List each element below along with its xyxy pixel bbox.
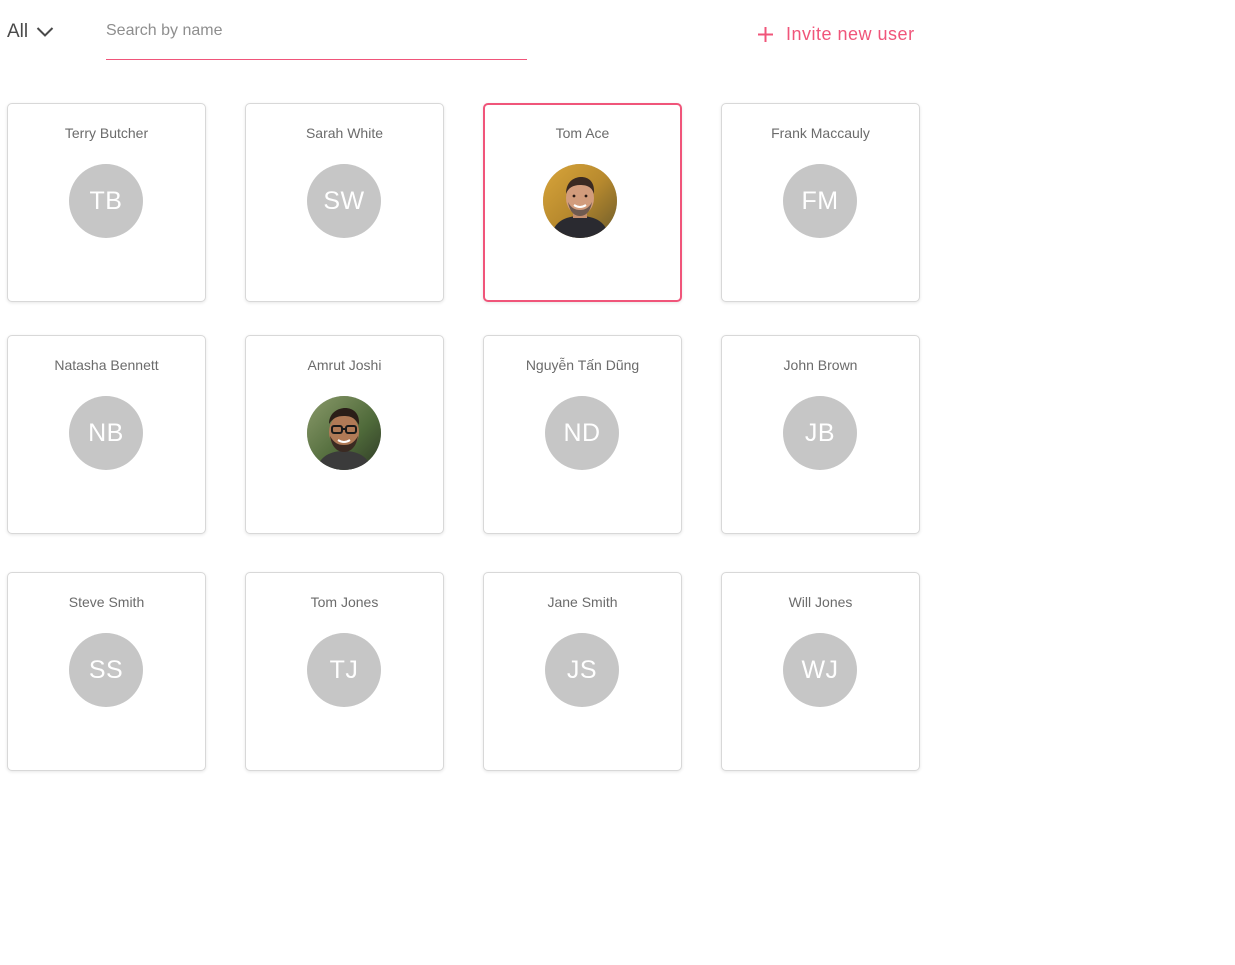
avatar: SS bbox=[69, 633, 143, 707]
user-name: Tom Jones bbox=[310, 594, 379, 610]
person-photo-icon bbox=[543, 164, 617, 238]
user-name: Tom Ace bbox=[555, 125, 610, 141]
user-card[interactable]: Steve Smith SS bbox=[7, 572, 206, 771]
avatar: WJ bbox=[783, 633, 857, 707]
user-card[interactable]: Jane Smith JS bbox=[483, 572, 682, 771]
avatar: JS bbox=[545, 633, 619, 707]
user-name: Natasha Bennett bbox=[54, 357, 159, 373]
avatar: SW bbox=[307, 164, 381, 238]
user-name: Sarah White bbox=[305, 125, 384, 141]
avatar: ND bbox=[545, 396, 619, 470]
user-card[interactable]: Terry Butcher TB bbox=[7, 103, 206, 302]
avatar: NB bbox=[69, 396, 143, 470]
avatar: TB bbox=[69, 164, 143, 238]
avatar: JB bbox=[783, 396, 857, 470]
user-name: Jane Smith bbox=[547, 594, 618, 610]
user-name: Steve Smith bbox=[68, 594, 145, 610]
user-name: Frank Maccauly bbox=[771, 125, 870, 141]
user-card[interactable]: Amrut Joshi bbox=[245, 335, 444, 534]
avatar-photo bbox=[307, 396, 381, 470]
invite-label: Invite new user bbox=[786, 23, 915, 44]
avatar-photo bbox=[543, 164, 617, 238]
plus-icon bbox=[758, 26, 773, 42]
search-input[interactable] bbox=[106, 12, 527, 50]
invite-new-user-button[interactable]: Invite new user bbox=[756, 20, 915, 48]
user-directory-page: All Invite new user Terry Butcher TB Sar… bbox=[0, 0, 1235, 965]
filter-dropdown[interactable]: All bbox=[7, 18, 54, 46]
user-card-selected[interactable]: Tom Ace bbox=[483, 103, 682, 302]
user-name: Terry Butcher bbox=[64, 125, 149, 141]
user-card[interactable]: Nguyễn Tấn Dũng ND bbox=[483, 335, 682, 534]
user-name: John Brown bbox=[783, 357, 858, 373]
user-name: Nguyễn Tấn Dũng bbox=[525, 357, 640, 373]
filter-label: All bbox=[7, 21, 29, 42]
avatar: TJ bbox=[307, 633, 381, 707]
user-card[interactable]: Frank Maccauly FM bbox=[721, 103, 920, 302]
user-card[interactable]: John Brown JB bbox=[721, 335, 920, 534]
user-name: Amrut Joshi bbox=[307, 357, 382, 373]
user-card[interactable]: Sarah White SW bbox=[245, 103, 444, 302]
search-field bbox=[106, 12, 527, 60]
person-photo-icon bbox=[307, 396, 381, 470]
user-name: Will Jones bbox=[788, 594, 853, 610]
chevron-down-icon bbox=[36, 27, 54, 37]
user-card[interactable]: Tom Jones TJ bbox=[245, 572, 444, 771]
user-card[interactable]: Natasha Bennett NB bbox=[7, 335, 206, 534]
user-grid: Terry Butcher TB Sarah White SW Tom Ace bbox=[7, 103, 920, 771]
avatar: FM bbox=[783, 164, 857, 238]
user-card[interactable]: Will Jones WJ bbox=[721, 572, 920, 771]
